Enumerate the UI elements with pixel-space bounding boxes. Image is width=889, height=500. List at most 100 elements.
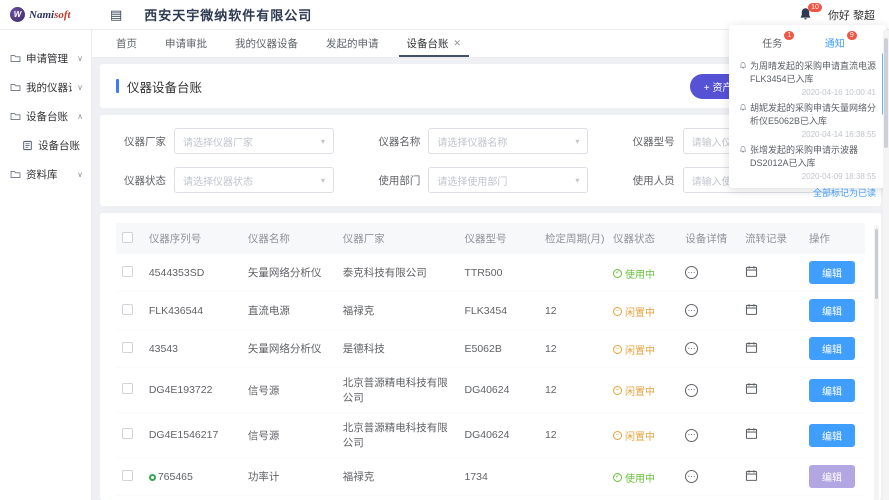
tab-0[interactable]: 首页 — [104, 30, 149, 57]
row-checkbox[interactable] — [122, 304, 133, 315]
device-detail-icon[interactable]: ⋯ — [685, 304, 698, 317]
tab-1[interactable]: 申请审批 — [153, 30, 219, 57]
table-header-row: 仪器序列号仪器名称仪器厂家仪器型号检定周期(月)仪器状态设备详情流转记录操作 — [116, 223, 865, 254]
calendar-icon[interactable] — [745, 469, 758, 482]
table-scrollbar[interactable] — [874, 225, 879, 500]
status-badge: ✓使用中 — [613, 470, 655, 485]
col-header-2: 仪器厂家 — [337, 223, 459, 254]
edit-button[interactable]: 编辑 — [809, 379, 855, 402]
edit-button[interactable]: 编辑 — [809, 299, 855, 322]
device-detail-icon[interactable]: ⋯ — [685, 429, 698, 442]
sidebar-collapse-icon[interactable]: ▤ — [110, 7, 122, 23]
filter-select-3[interactable]: 请选择仪器状态▾ — [174, 167, 334, 193]
select-all-checkbox[interactable] — [122, 232, 133, 243]
sidebar-item-3[interactable]: 资料库∨ — [0, 160, 91, 189]
table-row: FLK436544直流电源福禄克FLK345412–闲置中⋯编辑 — [116, 292, 865, 330]
notif-tab-badge: 9 — [847, 31, 857, 40]
brand-logo: W Namisoft — [0, 7, 92, 22]
row-checkbox[interactable] — [122, 342, 133, 353]
mark-all-read-link[interactable]: 全部标记为已读 — [739, 183, 876, 199]
bell-badge: 10 — [808, 3, 822, 12]
cell-period — [539, 254, 607, 292]
chevron-down-icon: ▾ — [575, 137, 579, 146]
edit-button[interactable]: 编辑 — [809, 261, 855, 284]
page-title-wrap: 仪器设备台账 — [116, 77, 202, 96]
notif-tab-1[interactable]: 通知9 — [825, 35, 853, 50]
tab-3[interactable]: 发起的申请 — [314, 30, 391, 57]
sidebar-item-0[interactable]: 申请管理∨ — [0, 44, 91, 73]
notification-item-0[interactable]: 为周晴发起的采购申请直流电源FLK3454已入库2020-04-16 10:00… — [739, 57, 876, 99]
row-checkbox[interactable] — [122, 383, 133, 394]
cell-serial: DG4E1546217 — [143, 413, 242, 458]
calendar-icon[interactable] — [745, 341, 758, 354]
notif-tab-0[interactable]: 任务1 — [762, 35, 790, 50]
cell-serial: FLK436544 — [143, 292, 242, 330]
tab-2[interactable]: 我的仪器设备 — [223, 30, 310, 57]
cell-vendor: 泰克科技有限公司 — [337, 254, 459, 292]
col-header-8: 操作 — [803, 223, 865, 254]
equipment-table-card: 仪器序列号仪器名称仪器厂家仪器型号检定周期(月)仪器状态设备详情流转记录操作45… — [100, 213, 881, 500]
cell-name: 信号源 — [242, 368, 337, 413]
cell-model: FLK3454 — [458, 292, 538, 330]
cell-model: DG40624 — [458, 413, 538, 458]
chevron-down-icon: ▾ — [321, 137, 325, 146]
table-scrollbar-thumb[interactable] — [875, 229, 878, 299]
filter-select-1[interactable]: 请选择仪器名称▾ — [428, 128, 588, 154]
row-checkbox[interactable] — [122, 266, 133, 277]
notif-tab-badge: 1 — [784, 31, 794, 40]
calendar-icon[interactable] — [745, 427, 758, 440]
status-badge: ✓使用中 — [613, 266, 655, 281]
filter-select-4[interactable]: 请选择使用部门▾ — [428, 167, 588, 193]
cell-name: 矢量网络分析仪 — [242, 254, 337, 292]
cell-name: 频谱分析仪 — [242, 496, 337, 500]
col-header-4: 检定周期(月) — [539, 223, 607, 254]
device-detail-icon[interactable]: ⋯ — [685, 470, 698, 483]
filter-field-0: 仪器厂家请选择仪器厂家▾ — [114, 128, 358, 154]
title-accent-bar — [116, 79, 119, 93]
chevron-down-icon: ∨ — [77, 170, 83, 179]
device-detail-icon[interactable]: ⋯ — [685, 384, 698, 397]
online-dot-icon — [149, 474, 156, 481]
notification-bell-icon[interactable]: 10 — [798, 7, 814, 23]
cell-name: 矢量网络分析仪 — [242, 330, 337, 368]
sidebar-item-1[interactable]: 我的仪器设备∨ — [0, 73, 91, 102]
calendar-icon[interactable] — [745, 303, 758, 316]
status-ring-icon: ✓ — [613, 269, 622, 278]
col-header-3: 仪器型号 — [458, 223, 538, 254]
table-row: 4544353SD矢量网络分析仪泰克科技有限公司TTR500✓使用中⋯编辑 — [116, 254, 865, 292]
status-ring-icon: ✓ — [613, 473, 622, 482]
page-scrollbar[interactable] — [883, 30, 889, 500]
tab-close-icon[interactable]: ✕ — [454, 38, 462, 49]
notification-item-2[interactable]: 张增发起的采购申请示波器DS2012A已入库2020-04-09 18:38:5… — [739, 141, 876, 183]
status-ring-icon: – — [613, 386, 622, 395]
filter-select-0[interactable]: 请选择仪器厂家▾ — [174, 128, 334, 154]
cell-period: 12 — [539, 413, 607, 458]
page-scrollbar-thumb[interactable] — [884, 38, 888, 148]
cell-period: 8 — [539, 496, 607, 500]
cell-period: 12 — [539, 330, 607, 368]
tab-4[interactable]: 设备台账✕ — [395, 30, 474, 57]
table-row: DG4E1546217信号源北京普源精电科技有限公司DG4062412–闲置中⋯… — [116, 413, 865, 458]
calendar-icon[interactable] — [745, 382, 758, 395]
cell-period: 12 — [539, 292, 607, 330]
cell-period — [539, 458, 607, 496]
col-header-5: 仪器状态 — [607, 223, 679, 254]
sidebar-item-2[interactable]: 设备台账∧ — [0, 102, 91, 131]
edit-button[interactable]: 编辑 — [809, 424, 855, 447]
device-detail-icon[interactable]: ⋯ — [685, 266, 698, 279]
device-detail-icon[interactable]: ⋯ — [685, 342, 698, 355]
cell-model: 1734 — [458, 458, 538, 496]
edit-button[interactable]: 编辑 — [809, 337, 855, 360]
notification-item-1[interactable]: 胡妮发起的采购申请矢量网络分析仪E5062B已入库2020-04-14 16:3… — [739, 99, 876, 141]
cell-vendor: 福禄克 — [337, 292, 459, 330]
table-row: DG4E193722信号源北京普源精电科技有限公司DG4062412–闲置中⋯编… — [116, 368, 865, 413]
edit-button[interactable]: 编辑 — [809, 465, 855, 488]
equipment-table: 仪器序列号仪器名称仪器厂家仪器型号检定周期(月)仪器状态设备详情流转记录操作45… — [116, 223, 865, 500]
status-badge: –闲置中 — [613, 304, 655, 319]
col-header-6: 设备详情 — [679, 223, 739, 254]
sidebar-subitem[interactable]: 设备台账 — [0, 131, 91, 160]
row-checkbox[interactable] — [122, 428, 133, 439]
user-greeting[interactable]: 你好 黎超 — [828, 7, 875, 23]
row-checkbox[interactable] — [122, 470, 133, 481]
calendar-icon[interactable] — [745, 265, 758, 278]
